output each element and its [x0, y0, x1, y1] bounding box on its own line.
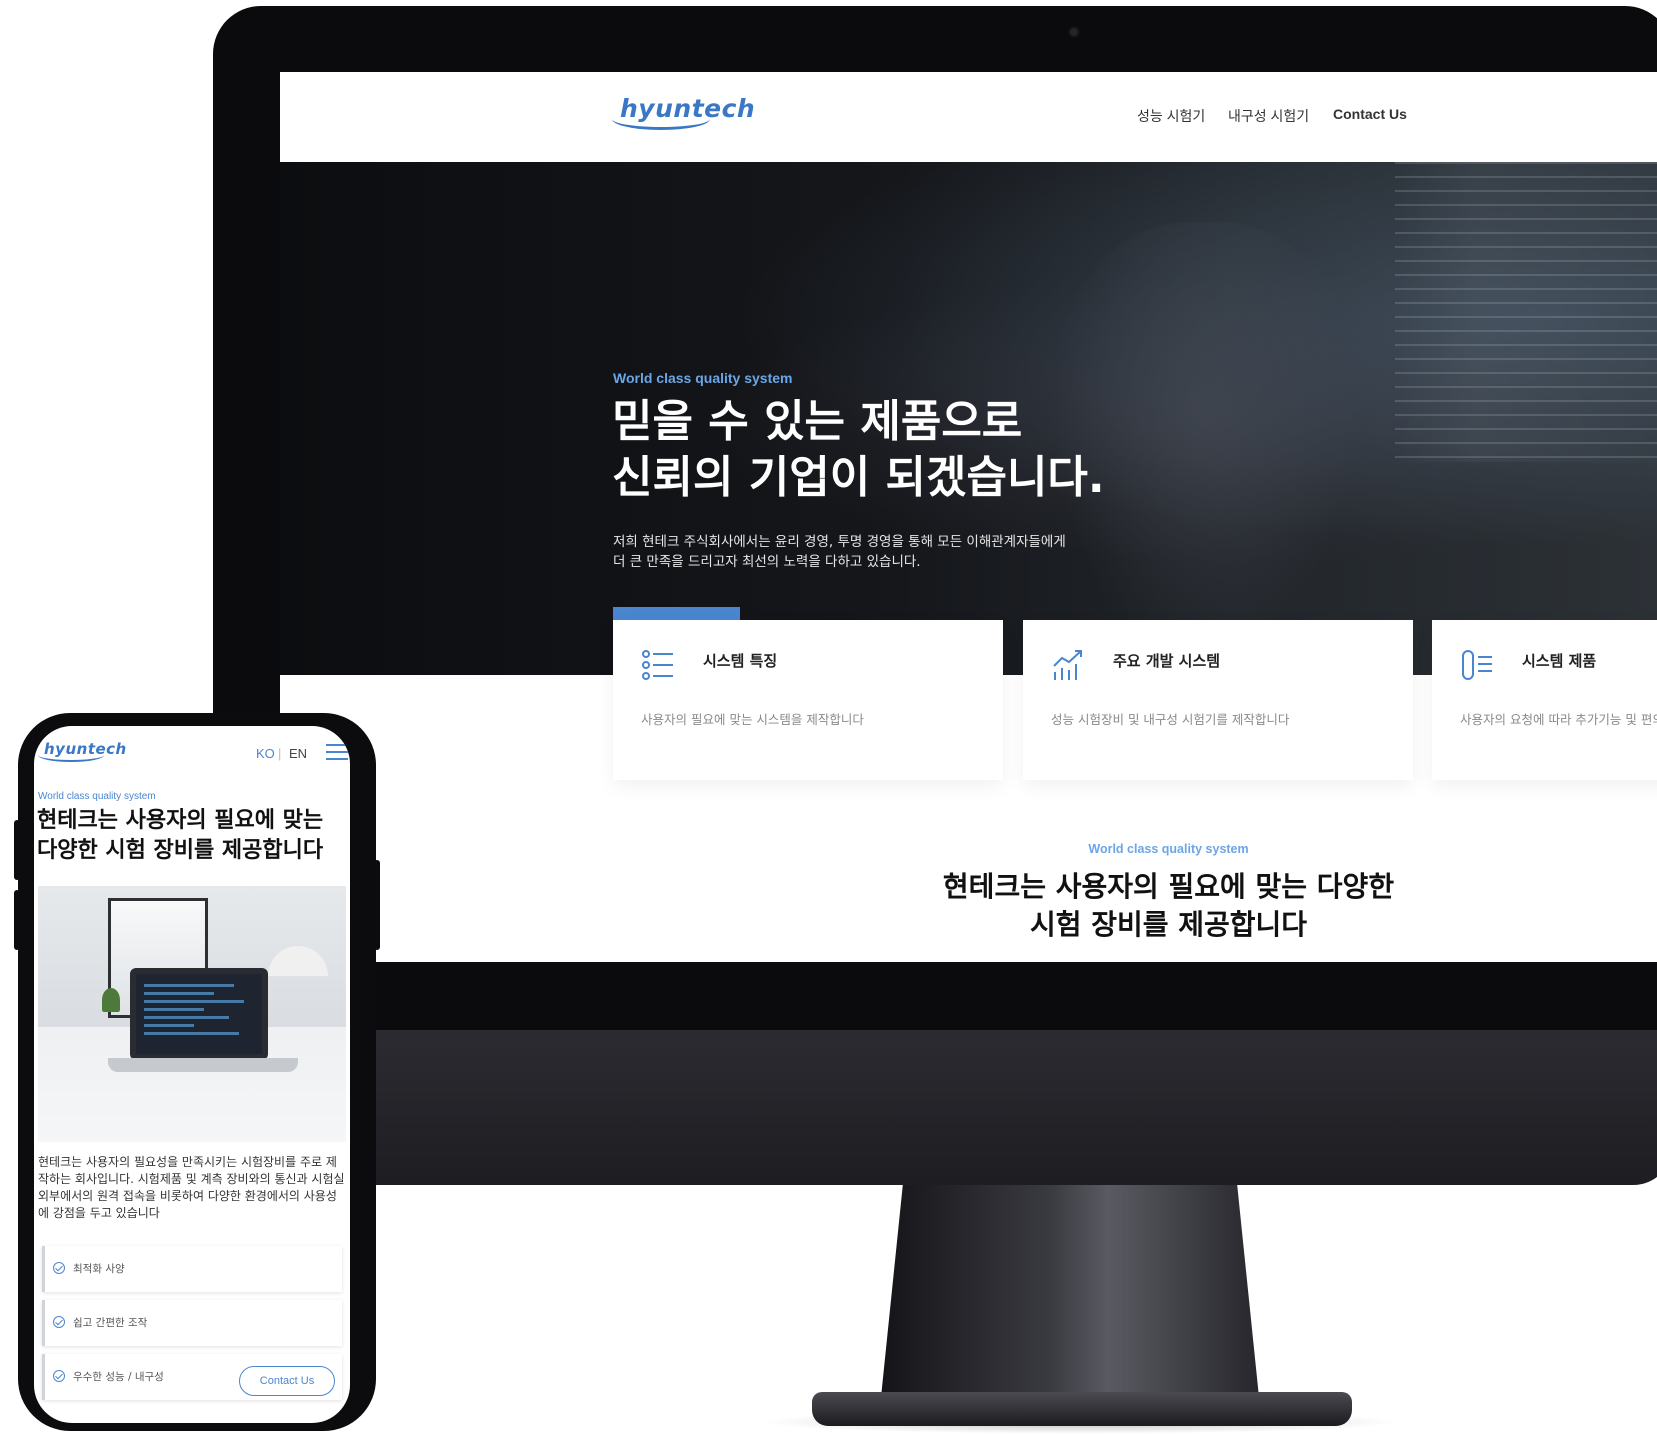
device-list-icon [1462, 650, 1492, 680]
brand-logo[interactable]: hyuntech [612, 94, 755, 130]
section-title-line-2: 시험 장비를 제공합니다 [1029, 908, 1308, 941]
mobile-brand-logo[interactable]: hyuntech [38, 740, 127, 762]
mobile-screen: hyuntech KO | EN World class quality sys… [34, 726, 350, 1423]
phone-side-button [14, 820, 20, 880]
nav-link-durability[interactable]: 내구성 시험기 [1228, 106, 1309, 126]
hero-title-line-2: 신뢰의 기업이 되겠습니다. [612, 452, 1105, 503]
nav-link-performance[interactable]: 성능 시험기 [1137, 106, 1205, 126]
monitor-chin [213, 1030, 1657, 1185]
feature-item-label: 우수한 성능 / 내구성 [73, 1371, 164, 1383]
mobile-description: 현테크는 사용자의 필요성을 만족시키는 시험장비를 주로 제작하는 회사입니다… [38, 1155, 345, 1220]
section-eyebrow: World class quality system [1088, 842, 1249, 856]
camera-icon [1068, 26, 1080, 38]
section-title-line-1: 현테크는 사용자의 필요에 맞는 다양한 [942, 870, 1395, 903]
logo-swoosh [38, 748, 104, 762]
nav-link-contact[interactable]: Contact Us [1333, 106, 1407, 122]
hero-description-line-2: 더 큰 만족을 드리고자 최선의 노력을 다하고 있습니다. [613, 554, 921, 570]
check-circle-icon [53, 1262, 65, 1274]
mobile-title-line-1: 현테크는 사용자의 필요에 맞는 [37, 808, 324, 833]
mobile-contact-button[interactable]: Contact Us [239, 1366, 335, 1396]
hero-description-line-1: 저희 현테크 주식회사에서는 윤리 경영, 투명 경영을 통해 모든 이해관계자… [613, 534, 1066, 550]
monitor-stand [880, 1185, 1260, 1407]
mobile-title-line-2: 다양한 시험 장비를 제공합니다 [37, 838, 324, 863]
card-title: 주요 개발 시스템 [1113, 652, 1221, 670]
site-header: hyuntech 성능 시험기 내구성 시험기 Contact Us [280, 72, 1657, 162]
chart-growth-icon [1053, 650, 1082, 680]
hero-eyebrow: World class quality system [613, 370, 793, 386]
photo-lamp [268, 946, 328, 976]
lang-separator: | [278, 746, 282, 761]
check-circle-icon [53, 1316, 65, 1328]
lang-en[interactable]: EN [289, 746, 307, 761]
feature-item-label: 쉽고 간편한 조작 [73, 1317, 148, 1329]
monitor-stand-base [812, 1392, 1352, 1426]
photo-plant [102, 988, 120, 1012]
hero-title-line-1: 믿을 수 있는 제품으로 [612, 396, 1023, 447]
feature-card-main-development[interactable]: 주요 개발 시스템 성능 시험장비 및 내구성 시험기를 제작합니다 [1023, 620, 1413, 780]
hamburger-menu-icon[interactable] [326, 744, 348, 760]
mobile-eyebrow: World class quality system [38, 791, 156, 802]
desktop-screen: hyuntech 성능 시험기 내구성 시험기 Contact Us World… [280, 72, 1657, 962]
hero-background-screens [1395, 162, 1657, 462]
list-icon [642, 650, 673, 680]
hero-section: World class quality system 믿을 수 있는 제품으로 … [280, 162, 1657, 675]
hero-title: 믿을 수 있는 제품으로 신뢰의 기업이 되겠습니다. [612, 394, 1105, 506]
feature-card-system-features[interactable]: 시스템 특징 사용자의 필요에 맞는 시스템을 제작합니다 [613, 620, 1003, 780]
card-text: 사용자의 필요에 맞는 시스템을 제작합니다 [641, 712, 864, 727]
mobile-title: 현테크는 사용자의 필요에 맞는 다양한 시험 장비를 제공합니다 [37, 806, 323, 866]
card-text: 사용자의 요청에 따라 추가기능 및 편의 사항을 반영합니다 [1460, 712, 1657, 727]
photo-laptop-base [108, 1058, 298, 1072]
phone-side-button [14, 890, 20, 950]
feature-item[interactable]: 최적화 사양 [42, 1246, 342, 1292]
logo-swoosh [612, 108, 710, 130]
card-title: 시스템 특징 [703, 652, 778, 670]
feature-item[interactable]: 쉽고 간편한 조작 [42, 1300, 342, 1346]
lang-ko[interactable]: KO [256, 746, 275, 761]
card-text: 성능 시험장비 및 내구성 시험기를 제작합니다 [1051, 712, 1290, 727]
section-title: 현테크는 사용자의 필요에 맞는 다양한 시험 장비를 제공합니다 [280, 868, 1657, 944]
card-title: 시스템 제품 [1522, 652, 1597, 670]
hero-description: 저희 현테크 주식회사에서는 윤리 경영, 투명 경영을 통해 모든 이해관계자… [613, 532, 1066, 572]
check-circle-icon [53, 1370, 65, 1382]
phone-power-button [374, 860, 380, 950]
feature-item-label: 최적화 사양 [73, 1263, 125, 1275]
photo-laptop-screen [130, 968, 268, 1060]
workspace-photo [38, 886, 346, 1142]
feature-card-system-products[interactable]: 시스템 제품 사용자의 요청에 따라 추가기능 및 편의 사항을 반영합니다 [1432, 620, 1657, 780]
